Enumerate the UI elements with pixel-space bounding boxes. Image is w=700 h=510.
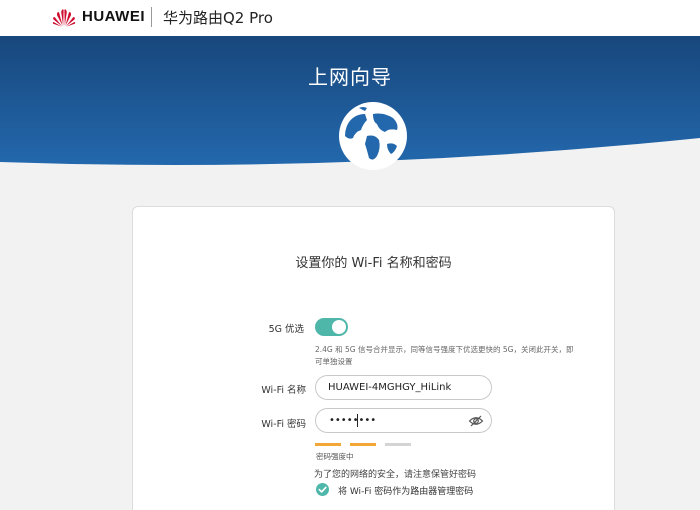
wifi-setup-card: 设置你的 Wi-Fi 名称和密码 5G 优选 2.4G 和 5G 信号合并显示，…: [132, 206, 615, 510]
toggle-knob: [332, 320, 346, 334]
huawei-logo-icon: [52, 9, 76, 27]
five-g-label: 5G 优选: [268, 324, 304, 335]
wifi-password-label: Wi-Fi 密码: [261, 419, 306, 430]
wizard-banner: 上网向导: [0, 36, 700, 186]
eye-hidden-icon[interactable]: [468, 413, 484, 429]
brand-name: HUAWEI: [82, 8, 145, 25]
product-name: 华为路由Q2 Pro: [163, 9, 273, 27]
text-caret: [357, 414, 358, 427]
password-strength-label: 密码强度中: [316, 452, 354, 461]
header-divider: [151, 7, 152, 27]
five-g-hint: 2.4G 和 5G 信号合并显示，同等信号强度下优选更快的 5G，关闭此开关，即…: [315, 345, 574, 366]
card-title: 设置你的 Wi-Fi 名称和密码: [295, 256, 452, 271]
strength-bar-3: [385, 443, 411, 446]
admin-password-checkbox-label: 将 Wi-Fi 密码作为路由器管理密码: [338, 487, 474, 497]
five-g-toggle[interactable]: [315, 318, 348, 336]
wifi-password-input[interactable]: ••••••••: [315, 408, 492, 433]
security-note: 为了您的网络的安全，请注意保管好密码: [314, 470, 477, 480]
wifi-name-input[interactable]: HUAWEI-4MGHGY_HiLink: [315, 375, 492, 400]
password-masked-value: ••••••••: [329, 415, 377, 426]
globe-icon: [339, 102, 407, 170]
wifi-name-label: Wi-Fi 名称: [261, 385, 306, 396]
strength-bar-1: [315, 443, 341, 446]
admin-password-checkbox[interactable]: [316, 483, 329, 496]
banner-title: 上网向导: [308, 65, 392, 89]
strength-bar-2: [350, 443, 376, 446]
top-bar: HUAWEI 华为路由Q2 Pro: [0, 0, 700, 36]
